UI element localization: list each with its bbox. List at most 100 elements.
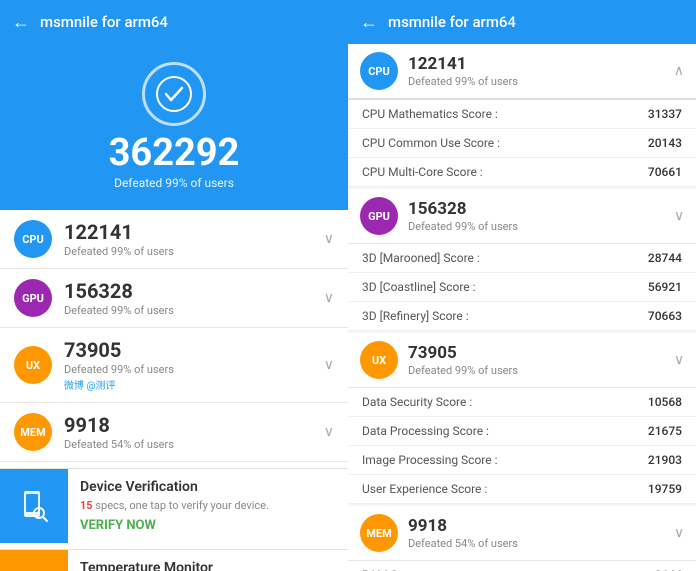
gpu-desc: Defeated 99% of users xyxy=(64,304,324,317)
mem-expanded-header[interactable]: MEM 9918 Defeated 54% of users ∧ xyxy=(348,506,696,561)
cpu-info: 122141 Defeated 99% of users xyxy=(64,220,324,258)
gpu-right-badge: GPU xyxy=(360,197,398,235)
mem-ram-row: RAM Score : 3644 xyxy=(348,561,696,571)
gpu-coastline-label: 3D [Coastline] Score : xyxy=(362,280,476,294)
ux-desc: Defeated 99% of users xyxy=(64,363,324,376)
cpu-common-value: 20143 xyxy=(648,136,682,150)
ux-expanded-section: UX 73905 Defeated 99% of users ∧ Data Se… xyxy=(348,333,696,504)
temperature-monitor-card: Temperature Monitor Battery temperature … xyxy=(0,549,348,571)
left-panel: ← msmnile for arm64 362292 Defeated 99% … xyxy=(0,0,348,571)
left-header: ← msmnile for arm64 xyxy=(0,0,348,44)
ux-badge: UX xyxy=(14,346,52,384)
mem-desc: Defeated 54% of users xyxy=(64,438,324,451)
ux-metric-row[interactable]: UX 73905 Defeated 99% of users 微博 @测评 ∨ xyxy=(0,328,348,403)
cpu-value: 122141 xyxy=(64,220,324,244)
gpu-refinery-value: 70663 xyxy=(648,309,682,323)
verify-now-button[interactable]: VERIFY NOW xyxy=(80,518,336,533)
ux-dataproc-value: 21675 xyxy=(648,424,682,438)
back-button[interactable]: ← xyxy=(12,12,30,33)
cpu-multi-label: CPU Multi-Core Score : xyxy=(362,165,483,179)
ux-right-desc: Defeated 99% of users xyxy=(408,364,674,377)
mem-info: 9918 Defeated 54% of users xyxy=(64,413,324,451)
cpu-common-row: CPU Common Use Score : 20143 xyxy=(348,129,696,158)
mem-right-desc: Defeated 54% of users xyxy=(408,537,674,550)
gpu-marooned-row: 3D [Marooned] Score : 28744 xyxy=(348,244,696,273)
mem-metric-row[interactable]: MEM 9918 Defeated 54% of users ∨ xyxy=(0,403,348,462)
device-verification-icon-area xyxy=(0,469,68,543)
cpu-expand-arrow: ∨ xyxy=(324,231,334,247)
gpu-refinery-label: 3D [Refinery] Score : xyxy=(362,309,469,323)
cpu-math-label: CPU Mathematics Score : xyxy=(362,107,498,121)
gpu-right-info: 156328 Defeated 99% of users xyxy=(408,199,674,233)
ux-security-row: Data Security Score : 10568 xyxy=(348,388,696,417)
left-title: msmnile for arm64 xyxy=(40,13,168,31)
ux-imgproc-value: 21903 xyxy=(648,453,682,467)
ux-userexp-value: 19759 xyxy=(648,482,682,496)
cpu-top-row: CPU 122141 Defeated 99% of users ∧ xyxy=(348,44,696,100)
cpu-badge: CPU xyxy=(14,220,52,258)
ux-security-label: Data Security Score : xyxy=(362,395,472,409)
gpu-right-value: 156328 xyxy=(408,199,674,219)
temperature-icon-area xyxy=(0,550,68,571)
cpu-multi-row: CPU Multi-Core Score : 70661 xyxy=(348,158,696,187)
ux-watermark: 微博 @测评 xyxy=(64,377,324,392)
ux-value: 73905 xyxy=(64,338,324,362)
gpu-coastline-value: 56921 xyxy=(648,280,682,294)
total-score-desc: Defeated 99% of users xyxy=(114,176,234,190)
gpu-expand-arrow: ∨ xyxy=(324,290,334,306)
gpu-right-desc: Defeated 99% of users xyxy=(408,220,674,233)
cpu-right-badge: CPU xyxy=(360,52,398,90)
cpu-right-value: 122141 xyxy=(408,54,674,74)
gpu-expanded-header[interactable]: GPU 156328 Defeated 99% of users ∧ xyxy=(348,189,696,244)
cpu-expanded: CPU Mathematics Score : 31337 CPU Common… xyxy=(348,100,696,187)
ux-right-info: 73905 Defeated 99% of users xyxy=(408,343,674,377)
ux-imgproc-label: Image Processing Score : xyxy=(362,453,498,467)
ux-imgproc-row: Image Processing Score : 21903 xyxy=(348,446,696,475)
cpu-common-label: CPU Common Use Score : xyxy=(362,136,500,150)
total-score-section: 362292 Defeated 99% of users xyxy=(0,44,348,210)
gpu-metric-row[interactable]: GPU 156328 Defeated 99% of users ∨ xyxy=(0,269,348,328)
right-title: msmnile for arm64 xyxy=(388,13,516,31)
gpu-coastline-row: 3D [Coastline] Score : 56921 xyxy=(348,273,696,302)
temperature-monitor-text: Temperature Monitor Battery temperature … xyxy=(68,550,348,571)
mem-expand-arrow: ∨ xyxy=(324,424,334,440)
ux-expanded-header[interactable]: UX 73905 Defeated 99% of users ∧ xyxy=(348,333,696,388)
gpu-marooned-label: 3D [Marooned] Score : xyxy=(362,251,480,265)
cpu-math-row: CPU Mathematics Score : 31337 xyxy=(348,100,696,129)
gpu-expanded-section: GPU 156328 Defeated 99% of users ∧ 3D [M… xyxy=(348,189,696,331)
checkmark-icon xyxy=(156,76,192,112)
ux-right-arrow: ∧ xyxy=(674,352,684,368)
cpu-metric-row[interactable]: CPU 122141 Defeated 99% of users ∨ xyxy=(0,210,348,269)
cpu-right-info: 122141 Defeated 99% of users xyxy=(408,54,674,88)
gpu-right-arrow: ∧ xyxy=(674,208,684,224)
mem-right-value: 9918 xyxy=(408,516,674,536)
cpu-desc: Defeated 99% of users xyxy=(64,245,324,258)
right-content: CPU 122141 Defeated 99% of users ∧ CPU M… xyxy=(348,44,696,571)
mem-right-info: 9918 Defeated 54% of users xyxy=(408,516,674,550)
right-back-button[interactable]: ← xyxy=(360,12,378,33)
metrics-list: CPU 122141 Defeated 99% of users ∨ GPU 1… xyxy=(0,210,348,571)
gpu-info: 156328 Defeated 99% of users xyxy=(64,279,324,317)
ux-info: 73905 Defeated 99% of users 微博 @测评 xyxy=(64,338,324,392)
mem-right-arrow: ∧ xyxy=(674,525,684,541)
ux-expand-arrow: ∨ xyxy=(324,357,334,373)
gpu-value: 156328 xyxy=(64,279,324,303)
ux-dataproc-row: Data Processing Score : 21675 xyxy=(348,417,696,446)
device-verification-desc: 15 specs, one tap to verify your device. xyxy=(80,498,336,513)
right-panel: ← msmnile for arm64 CPU 122141 Defeated … xyxy=(348,0,696,571)
cpu-right-desc: Defeated 99% of users xyxy=(408,75,674,88)
gpu-refinery-row: 3D [Refinery] Score : 70663 xyxy=(348,302,696,331)
total-score-value: 362292 xyxy=(109,134,240,172)
device-verification-text: Device Verification 15 specs, one tap to… xyxy=(68,469,348,543)
cpu-right-arrow: ∧ xyxy=(674,63,684,79)
ux-userexp-label: User Experience Score : xyxy=(362,482,487,496)
device-verification-title: Device Verification xyxy=(80,479,336,495)
cpu-multi-value: 70661 xyxy=(648,165,682,179)
gpu-marooned-value: 28744 xyxy=(648,251,682,265)
ux-userexp-row: User Experience Score : 19759 xyxy=(348,475,696,504)
temperature-monitor-title: Temperature Monitor xyxy=(80,560,336,571)
mem-value: 9918 xyxy=(64,413,324,437)
ux-right-badge: UX xyxy=(360,341,398,379)
ux-security-value: 10568 xyxy=(648,395,682,409)
gpu-badge: GPU xyxy=(14,279,52,317)
